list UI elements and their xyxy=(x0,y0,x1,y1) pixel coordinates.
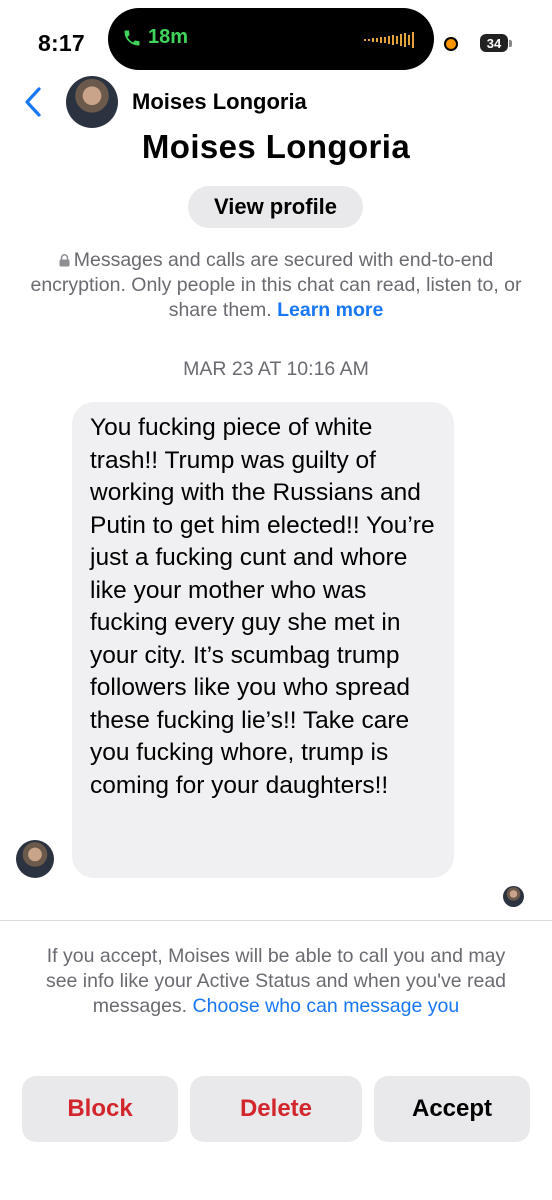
battery-tip xyxy=(509,40,512,47)
accept-button[interactable]: Accept xyxy=(374,1076,530,1142)
block-button[interactable]: Block xyxy=(22,1076,178,1142)
profile-name: Moises Longoria xyxy=(141,128,411,165)
battery-level: 34 xyxy=(486,35,502,51)
contact-name[interactable]: Moises Longoria xyxy=(132,89,307,115)
message-timestamp: MAR 23 AT 10:16 AM xyxy=(183,358,369,380)
phone-icon xyxy=(124,30,140,45)
learn-more-link[interactable]: Learn more xyxy=(277,299,383,321)
message-text: You fucking piece of white trash!! Trump… xyxy=(90,414,435,799)
contact-avatar[interactable] xyxy=(66,76,118,128)
dynamic-island[interactable]: 18m xyxy=(108,8,434,70)
back-chevron-icon[interactable] xyxy=(20,86,48,118)
sender-avatar[interactable] xyxy=(16,840,54,878)
message-request-info: If you accept, Moises will be able to ca… xyxy=(30,944,522,1019)
battery-icon: 34 xyxy=(480,34,508,52)
message-bubble[interactable]: You fucking piece of white trash!! Trump… xyxy=(72,402,454,878)
ongoing-call-indicator[interactable]: 18m xyxy=(122,26,188,49)
chat-header: Moises Longoria xyxy=(0,72,552,132)
choose-who-can-message-link[interactable]: Choose who can message you xyxy=(193,995,460,1017)
call-duration: 18m xyxy=(148,26,189,48)
read-receipt-avatar xyxy=(503,886,524,907)
audio-waveform-icon xyxy=(364,32,414,48)
lock-icon xyxy=(59,254,70,267)
delete-button[interactable]: Delete xyxy=(190,1076,362,1142)
divider xyxy=(0,920,552,921)
view-profile-button[interactable]: View profile xyxy=(188,186,363,228)
encryption-notice: Messages and calls are secured with end-… xyxy=(22,248,530,323)
encryption-text: Messages and calls are secured with end-… xyxy=(30,249,522,321)
status-time: 8:17 xyxy=(38,30,85,56)
recording-indicator-icon xyxy=(444,37,458,51)
